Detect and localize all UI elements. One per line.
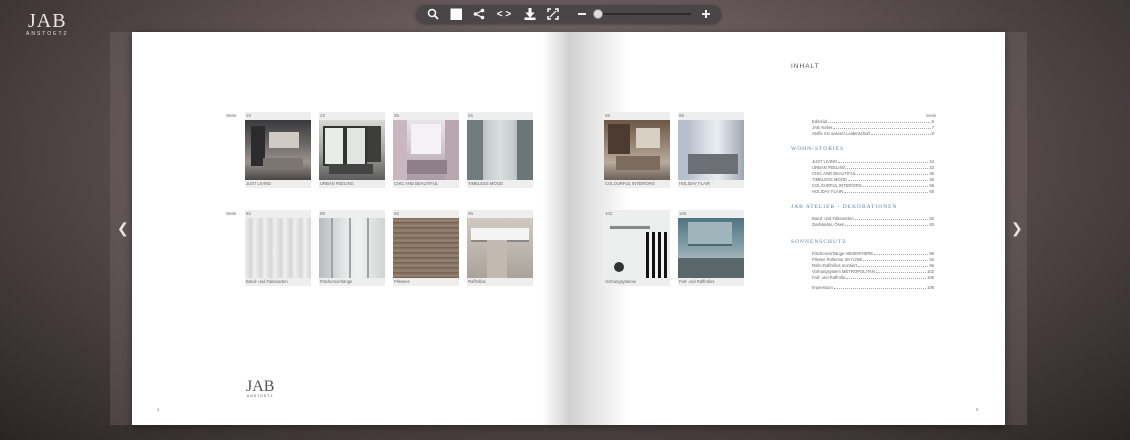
right-page-number: 5	[976, 407, 979, 412]
toc-entry[interactable]: HOLIDAY FLAIR 68	[812, 189, 934, 195]
story-tile-chic-and-beautiful[interactable]: 36 CHIC AND BEAUTIFUL	[393, 112, 459, 188]
blind-photo	[467, 218, 533, 278]
toc-title: INHALT	[791, 63, 820, 70]
tile-page-number: 92	[393, 210, 459, 218]
story-tile-holiday-flair[interactable]: 68 HOLIDAY FLAIR	[678, 112, 744, 188]
share-icon[interactable]	[472, 8, 485, 21]
left-page-number: 4	[157, 407, 160, 412]
tile-caption: Plissees	[393, 278, 459, 286]
row-label: Seite	[226, 211, 237, 216]
spine-shadow-left	[542, 32, 568, 425]
book-logo-sub: ANSTOETZ	[246, 394, 274, 398]
toc-entry-label: Stoffe mit unserer Leidenschaft	[812, 131, 870, 136]
room-photo	[393, 120, 459, 180]
tile-caption: HOLIDAY FLAIR	[678, 180, 744, 188]
atelier-tile-flaechenvorhaenge[interactable]: 88 Flächenvorhänge	[319, 210, 385, 286]
toc-entry-page: 106	[927, 275, 934, 280]
tile-page-number: 46	[467, 112, 533, 120]
tile-caption: Raffrollos	[467, 278, 533, 286]
toc-section-heading: SONNENSCHUTZ	[791, 239, 847, 245]
brand-logo[interactable]: JAB ANSTOETZ	[26, 10, 69, 37]
tile-page-number: 22	[319, 112, 385, 120]
toc-entry-page: 8	[931, 131, 934, 136]
tile-caption: COLOURFUL INTERIORS	[604, 180, 670, 188]
story-tile-urban-feeling[interactable]: 22 URBAN FEELING	[319, 112, 385, 188]
curtain-photo	[319, 218, 385, 278]
story-tile-timeless-mood[interactable]: 46 TIMELESS MOOD	[467, 112, 533, 188]
search-icon[interactable]	[426, 8, 439, 21]
toc-entry-page: 68	[929, 189, 934, 194]
toc-section-heading: JAB ATELIER - DEKORATIONEN	[791, 204, 898, 210]
tile-page-number: 10	[245, 112, 311, 120]
tile-page-number: 82	[245, 210, 311, 218]
download-icon[interactable]	[523, 8, 536, 21]
toc-entry-label: Impressum	[812, 285, 833, 290]
tile-page-number: 106	[678, 210, 744, 218]
curtain-photo	[245, 218, 311, 278]
book-logo-main: JAB	[246, 378, 275, 395]
tile-caption: URBAN FEELING	[319, 180, 385, 188]
tile-page-number: 68	[678, 112, 744, 120]
room-photo	[678, 120, 744, 180]
toc-entry-page: 83	[929, 222, 934, 227]
room-photo	[467, 120, 533, 180]
tile-page-number: 58	[604, 112, 670, 120]
book-logo: JAB ANSTOETZ	[246, 378, 275, 399]
embed-icon[interactable]: < >	[495, 8, 513, 21]
blind-photo	[393, 218, 459, 278]
tile-page-number: 88	[319, 210, 385, 218]
story-tile-colourful-interiors[interactable]: 58 COLOURFUL INTERIORS	[604, 112, 670, 188]
zoom-out-icon[interactable]	[575, 8, 588, 21]
room-photo	[678, 218, 744, 278]
tile-caption: TIMELESS MOOD	[467, 180, 533, 188]
toc-entry-page: 108	[927, 285, 934, 290]
tile-caption: Band- und Faltenarten	[245, 278, 311, 286]
atelier-tile-band-und-faltenarten[interactable]: 82 Band- und Faltenarten	[245, 210, 311, 286]
flipbook-spread[interactable]: Seite Seite 10 JUST LIVING 22 URBAN FEEL…	[132, 32, 1005, 425]
logo-sub-text: ANSTOETZ	[26, 31, 69, 37]
toc-entry-label: Zierbänder, Ösen	[812, 222, 845, 227]
toc-entry[interactable]: Zierbänder, Ösen 83	[812, 222, 934, 228]
previous-page-icon[interactable]: ❮	[117, 220, 129, 237]
tile-page-number: 96	[467, 210, 533, 218]
fullscreen-icon[interactable]	[546, 8, 559, 21]
sun-tile-plissees[interactable]: 92 Plissees	[393, 210, 459, 286]
curtain-photo	[604, 218, 670, 278]
tile-caption: CHIC AND BEAUTIFUL	[393, 180, 459, 188]
toc-entry-label: HOLIDAY FLAIR	[812, 189, 844, 194]
toc-entry[interactable]: Stoffe mit unserer Leidenschaft 8	[812, 131, 934, 137]
zoom-slider[interactable]	[593, 9, 691, 19]
tile-caption: JUST LIVING	[245, 180, 311, 188]
logo-main-text: JAB	[28, 10, 67, 32]
sun-tile-falt-und-raffrollos[interactable]: 106 Falt- und Raffrollos	[678, 210, 744, 286]
zoom-in-icon[interactable]	[699, 8, 712, 21]
toc-section-heading: WOHN-STORIES	[791, 146, 845, 152]
tile-page-number: 102	[604, 210, 670, 218]
grid-icon[interactable]	[449, 8, 462, 21]
tile-caption: Flächenvorhänge	[319, 278, 385, 286]
tile-caption: Vorhangsysteme	[604, 278, 670, 286]
room-photo	[245, 120, 311, 180]
toc-entry-label: Falt- und Raffrollo	[812, 275, 846, 280]
toc-seite-label: Seite	[926, 113, 937, 118]
toc-entry-imprint[interactable]: Impressum 108	[812, 285, 934, 291]
story-tile-just-living[interactable]: 10 JUST LIVING	[245, 112, 311, 188]
sun-tile-vorhangsysteme[interactable]: 102 Vorhangsysteme	[604, 210, 670, 286]
tile-page-number: 36	[393, 112, 459, 120]
room-photo	[319, 120, 385, 180]
zoom-slider-handle[interactable]	[593, 9, 603, 19]
sun-tile-raffrollos[interactable]: 96 Raffrollos	[467, 210, 533, 286]
room-photo	[604, 120, 670, 180]
next-page-icon[interactable]: ❯	[1011, 220, 1023, 237]
tile-caption: Falt- und Raffrollos	[678, 278, 744, 286]
row-label: Seite	[226, 113, 237, 118]
toc-entry[interactable]: Falt- und Raffrollo 106	[812, 275, 934, 281]
viewer-toolbar: < >	[416, 5, 721, 23]
